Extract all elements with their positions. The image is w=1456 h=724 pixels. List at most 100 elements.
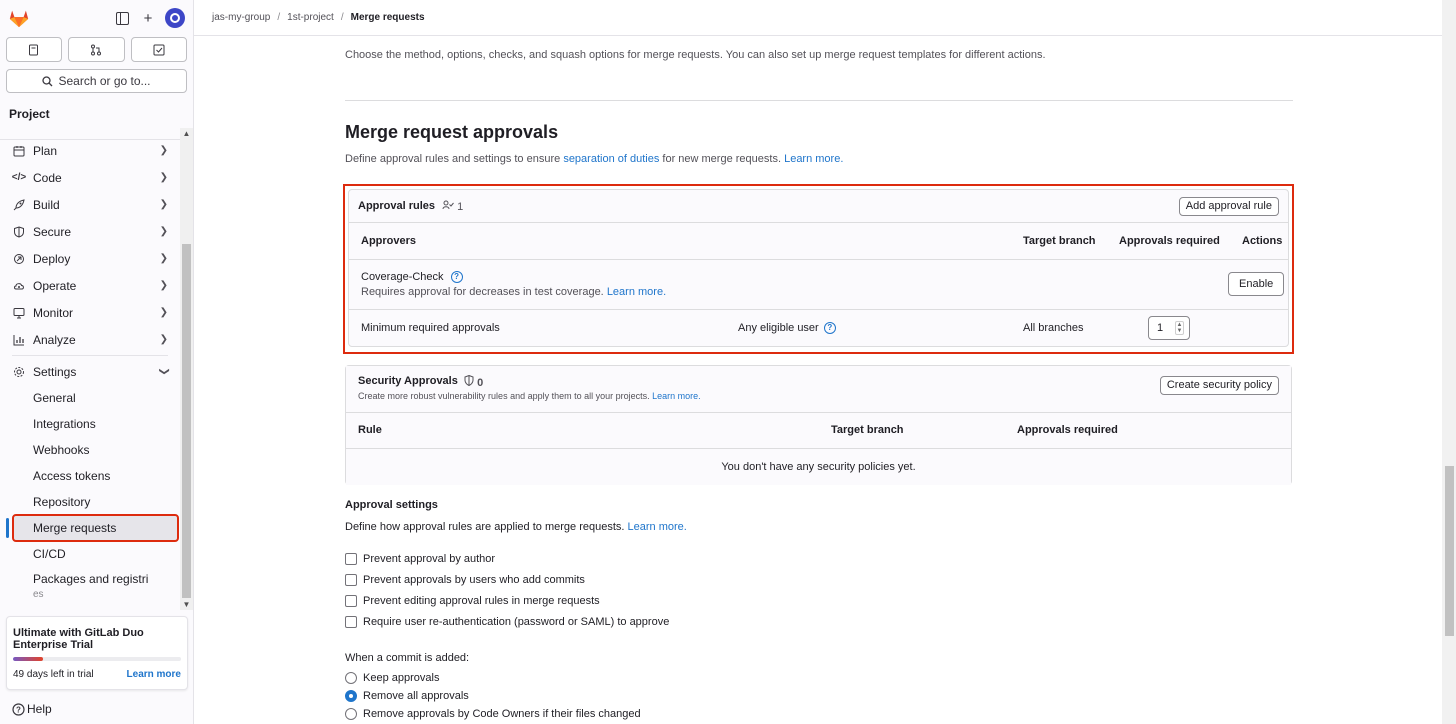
- approval-settings-desc: Define how approval rules are applied to…: [345, 521, 687, 533]
- approval-settings-desc-text: Define how approval rules are applied to…: [345, 521, 625, 533]
- question-icon[interactable]: ?: [450, 271, 463, 284]
- checkbox-prevent-editing-rules[interactable]: Prevent editing approval rules in merge …: [345, 595, 600, 607]
- nav-divider: [12, 355, 168, 356]
- stepper-arrows-icon[interactable]: ▲ ▼: [1175, 321, 1184, 335]
- approval-rules-count: 1: [442, 200, 463, 213]
- radio-remove-code-owner-approvals[interactable]: Remove approvals by Code Owners if their…: [345, 708, 641, 720]
- approval-settings-learn-more-link[interactable]: Learn more.: [628, 521, 687, 533]
- sidebar-item-operate[interactable]: Operate ❯: [0, 272, 180, 299]
- radio-circle[interactable]: [345, 672, 357, 684]
- approval-rules-table-header: Approvers Target branch Approvals requir…: [349, 223, 1288, 260]
- sidebar-item-analyze[interactable]: Analyze ❯: [0, 326, 180, 353]
- approvals-required-stepper[interactable]: 1 ▲ ▼: [1148, 316, 1190, 340]
- search-button[interactable]: Search or go to...: [6, 69, 187, 93]
- checkbox-require-reauth[interactable]: Require user re-authentication (password…: [345, 616, 669, 628]
- section-intro: Choose the method, options, checks, and …: [345, 49, 1046, 61]
- breadcrumb: jas-my-group / 1st-project / Merge reque…: [194, 0, 1442, 36]
- issues-counter-button[interactable]: [6, 37, 63, 62]
- sidebar-item-monitor[interactable]: Monitor ❯: [0, 299, 180, 326]
- sidebar-subitem-packages[interactable]: Packages and registri: [0, 571, 180, 587]
- approvals-required-value: 1: [1157, 322, 1164, 334]
- sidebar-item-label: Deploy: [33, 251, 71, 266]
- checkbox-box[interactable]: [345, 553, 357, 565]
- checkbox-prevent-author-approval[interactable]: Prevent approval by author: [345, 553, 495, 565]
- section-divider: [345, 100, 1293, 101]
- page-scroll-thumb[interactable]: [1445, 466, 1454, 636]
- radio-remove-all-approvals[interactable]: Remove all approvals: [345, 690, 469, 702]
- shield-icon: [12, 225, 26, 239]
- sidebar-item-label: Analyze: [33, 332, 76, 347]
- search-label: Search or go to...: [58, 74, 151, 88]
- page-scrollbar[interactable]: [1442, 0, 1456, 724]
- sidebar-scrollbar[interactable]: ▲ ▼: [180, 128, 193, 610]
- minimum-approvals-name: Minimum required approvals: [361, 322, 500, 334]
- table-row-coverage-check: Coverage-Check ? Requires approval for d…: [349, 260, 1288, 310]
- merge-request-icon: [91, 44, 102, 55]
- sidebar-subitem-cicd[interactable]: CI/CD: [0, 541, 180, 567]
- trial-days-left: 49 days left in trial: [13, 669, 94, 680]
- checkbox-label: Require user re-authentication (password…: [363, 616, 670, 628]
- sidebar-subitem-webhooks[interactable]: Webhooks: [0, 437, 180, 463]
- col-target-branch: Target branch: [1023, 235, 1096, 247]
- create-security-policy-button[interactable]: Create security policy: [1159, 376, 1279, 395]
- todos-counter-button[interactable]: [130, 37, 187, 62]
- sidebar-nav: Plan ❯ </> Code ❯ Build ❯ Secure ❯ Deplo…: [0, 128, 180, 610]
- sidebar-item-secure[interactable]: Secure ❯: [0, 218, 180, 245]
- coverage-learn-more-link[interactable]: Learn more.: [607, 286, 666, 298]
- scroll-up-icon[interactable]: ▲: [182, 129, 191, 138]
- coverage-check-desc: Requires approval for decreases in test …: [361, 286, 666, 298]
- scroll-down-icon[interactable]: ▼: [182, 600, 191, 609]
- gitlab-logo-icon[interactable]: [8, 7, 30, 29]
- approval-rules-count-value: 1: [457, 200, 464, 213]
- sidebar-item-plan[interactable]: Plan ❯: [0, 137, 180, 164]
- sidebar-subitem-access-tokens[interactable]: Access tokens: [0, 463, 180, 489]
- minimum-approvals-branch: All branches: [1023, 322, 1084, 334]
- add-approval-rule-button[interactable]: Add approval rule: [1178, 196, 1279, 216]
- chart-icon: [12, 333, 26, 347]
- coverage-check-label: Coverage-Check: [361, 271, 444, 283]
- checkbox-box[interactable]: [345, 574, 357, 586]
- help-button[interactable]: ? Help: [12, 702, 52, 716]
- breadcrumb-group-link[interactable]: jas-my-group: [212, 12, 270, 23]
- sidebar-item-code[interactable]: </> Code ❯: [0, 164, 180, 191]
- avatar[interactable]: [165, 8, 185, 28]
- trial-learn-more-link[interactable]: Learn more: [127, 669, 181, 680]
- radio-circle[interactable]: [345, 708, 357, 720]
- enable-coverage-check-button[interactable]: Enable: [1228, 272, 1285, 296]
- trial-card[interactable]: Ultimate with GitLab Duo Enterprise Tria…: [6, 616, 188, 690]
- sidebar-toggle-icon[interactable]: [113, 9, 131, 27]
- breadcrumb-project-link[interactable]: 1st-project: [287, 12, 334, 23]
- separation-of-duties-link[interactable]: separation of duties: [563, 153, 659, 165]
- merge-requests-counter-button[interactable]: [68, 37, 125, 62]
- table-row-minimum-approvals: Minimum required approvals Any eligible …: [349, 310, 1288, 347]
- sidebar-subitem-repository[interactable]: Repository: [0, 489, 180, 515]
- security-learn-more-link[interactable]: Learn more.: [652, 391, 701, 401]
- gear-icon: [12, 365, 26, 379]
- checkbox-prevent-committer-approval[interactable]: Prevent approvals by users who add commi…: [345, 574, 585, 586]
- sidebar-scroll-thumb[interactable]: [182, 244, 191, 598]
- commit-added-label: When a commit is added:: [345, 652, 470, 664]
- approvals-description: Define approval rules and settings to en…: [345, 153, 843, 165]
- sidebar-subitem-integrations[interactable]: Integrations: [0, 411, 180, 437]
- radio-keep-approvals[interactable]: Keep approvals: [345, 672, 439, 684]
- monitor-icon: [12, 306, 26, 320]
- sidebar-subitem-packages-wrap: es: [33, 588, 44, 600]
- radio-circle-selected[interactable]: [345, 690, 357, 702]
- sidebar-item-settings[interactable]: Settings ❯: [0, 358, 180, 385]
- sidebar-item-deploy[interactable]: Deploy ❯: [0, 245, 180, 272]
- cloud-gear-icon: [12, 279, 26, 293]
- checkbox-box[interactable]: [345, 616, 357, 628]
- security-approvals-title: Security Approvals: [358, 375, 458, 387]
- sidebar-item-build[interactable]: Build ❯: [0, 191, 180, 218]
- sidebar-subitem-merge-requests[interactable]: Merge requests: [6, 514, 179, 542]
- question-icon[interactable]: ?: [823, 322, 836, 335]
- chevron-right-icon: ❯: [159, 199, 168, 210]
- checkbox-box[interactable]: [345, 595, 357, 607]
- shield-icon: [464, 374, 474, 387]
- approvals-learn-more-link[interactable]: Learn more.: [784, 153, 843, 165]
- sidebar-subitem-general[interactable]: General: [0, 385, 180, 411]
- svg-text:?: ?: [16, 705, 21, 714]
- plus-icon[interactable]: +: [139, 9, 157, 27]
- breadcrumb-current[interactable]: Merge requests: [351, 12, 425, 23]
- sidebar: + Search or go to... Project Plan ❯ </> …: [0, 0, 194, 724]
